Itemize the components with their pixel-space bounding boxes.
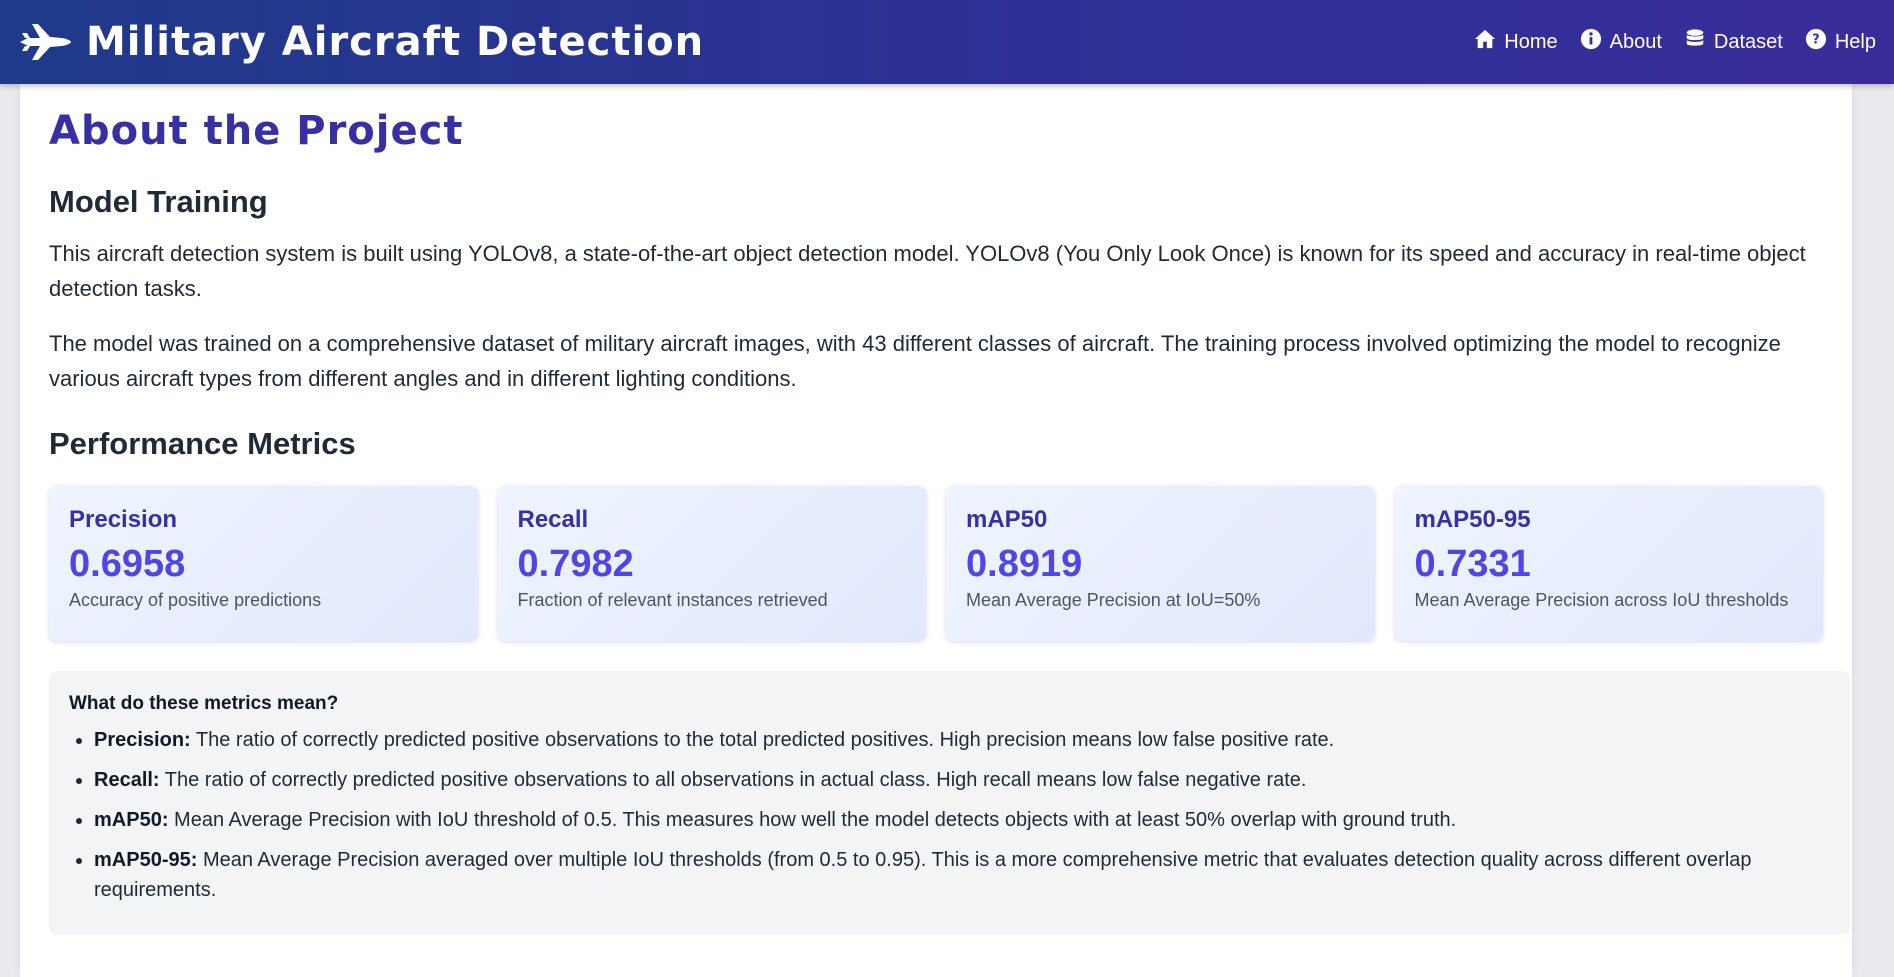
explanation-term: mAP50: <box>94 809 169 831</box>
nav-about-label: About <box>1609 30 1662 53</box>
database-icon <box>1684 28 1706 56</box>
top-navbar: Military Aircraft Detection Home About D… <box>0 0 1894 84</box>
nav-help-label: Help <box>1834 30 1876 53</box>
nav-dataset-label: Dataset <box>1713 30 1783 53</box>
page-title: About the Project <box>49 108 464 154</box>
about-card: About the Project Model Training This ai… <box>20 84 1852 977</box>
explanation-title: What do these metrics mean? <box>69 693 339 714</box>
metric-description: Mean Average Precision across IoU thresh… <box>1414 590 1789 610</box>
metric-card-map50-95: mAP50-95 0.7331 Mean Average Precision a… <box>1394 486 1823 641</box>
nav-menu: Home About Dataset ? Help <box>1474 28 1876 56</box>
nav-dataset-link[interactable]: Dataset <box>1684 28 1783 56</box>
model-training-heading: Model Training <box>49 184 268 219</box>
explanation-item-map50: mAP50: Mean Average Precision with IoU t… <box>94 805 1830 835</box>
performance-metrics-heading: Performance Metrics <box>49 426 356 461</box>
training-paragraph-1: This aircraft detection system is built … <box>49 241 1806 301</box>
explanation-item-map50-95: mAP50-95: Mean Average Precision average… <box>94 845 1830 905</box>
metric-card-recall: Recall 0.7982 Fraction of relevant insta… <box>497 486 926 641</box>
metrics-explanation-box: What do these metrics mean? Precision: T… <box>49 671 1850 935</box>
explanation-text: The ratio of correctly predicted positiv… <box>190 729 1335 751</box>
metric-value: 0.6958 <box>69 543 186 585</box>
metric-name: mAP50 <box>966 506 1048 533</box>
fighter-jet-icon <box>18 21 72 63</box>
metric-name: Recall <box>517 506 589 533</box>
nav-help-link[interactable]: ? Help <box>1805 28 1876 56</box>
explanation-text: The ratio of correctly predicted positiv… <box>159 769 1307 791</box>
metric-value: 0.8919 <box>966 543 1083 585</box>
home-icon <box>1474 28 1496 56</box>
nav-home-label: Home <box>1504 30 1558 53</box>
metrics-row: Precision 0.6958 Accuracy of positive pr… <box>49 486 1823 641</box>
svg-text:?: ? <box>1812 33 1819 48</box>
metric-description: Accuracy of positive predictions <box>69 590 322 610</box>
info-icon <box>1580 28 1602 56</box>
nav-home-link[interactable]: Home <box>1474 28 1558 56</box>
metric-description: Mean Average Precision at IoU=50% <box>966 590 1261 610</box>
explanation-term: mAP50-95: <box>94 849 198 871</box>
explanation-term: Recall: <box>94 769 160 791</box>
explanation-item-precision: Precision: The ratio of correctly predic… <box>94 725 1830 755</box>
metric-name: mAP50-95 <box>1414 506 1531 533</box>
explanation-item-recall: Recall: The ratio of correctly predicted… <box>94 765 1830 795</box>
metric-value: 0.7331 <box>1414 543 1531 585</box>
metric-card-map50: mAP50 0.8919 Mean Average Precision at I… <box>946 486 1375 641</box>
explanation-list: Precision: The ratio of correctly predic… <box>69 725 1830 905</box>
explanation-text: Mean Average Precision averaged over mul… <box>94 849 1752 901</box>
explanation-text: Mean Average Precision with IoU threshol… <box>168 809 1457 831</box>
brand[interactable]: Military Aircraft Detection <box>18 19 704 65</box>
metric-description: Fraction of relevant instances retrieved <box>517 590 828 610</box>
metric-value: 0.7982 <box>517 543 634 585</box>
app-title: Military Aircraft Detection <box>86 19 705 65</box>
explanation-term: Precision: <box>94 729 191 751</box>
training-paragraph-2: The model was trained on a comprehensive… <box>49 331 1781 391</box>
metric-card-precision: Precision 0.6958 Accuracy of positive pr… <box>49 486 478 641</box>
metric-name: Precision <box>69 506 178 533</box>
question-icon: ? <box>1805 28 1827 56</box>
nav-about-link[interactable]: About <box>1580 28 1662 56</box>
